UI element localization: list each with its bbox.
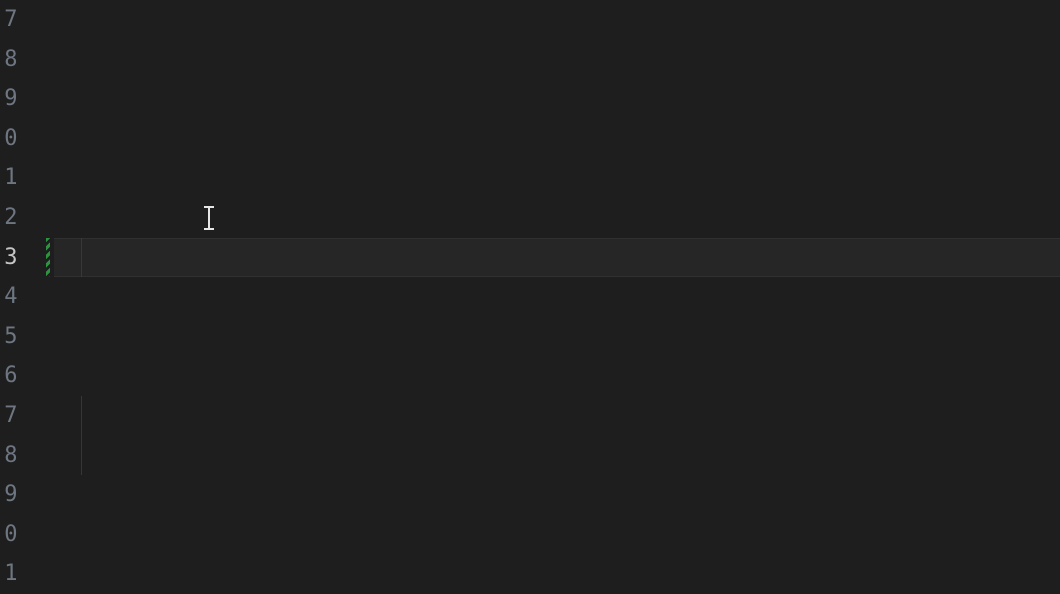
- text-cursor-icon: [203, 206, 215, 230]
- indent-guide: [81, 396, 82, 475]
- gutter-decorations: [20, 0, 54, 594]
- line-number: 8: [0, 40, 20, 80]
- indent-guide: [81, 238, 82, 278]
- code-editor[interactable]: 7 8 9 0 1 2 3 4 5 6 7 8 9 0 1 Lemma addn…: [0, 0, 1060, 594]
- line-number: 4: [0, 277, 20, 317]
- line-number: 0: [0, 515, 20, 555]
- line-number: 5: [0, 317, 20, 357]
- active-line-highlight: [54, 238, 1060, 278]
- line-number: 0: [0, 119, 20, 159]
- line-number: 2: [0, 198, 20, 238]
- line-number: 9: [0, 475, 20, 515]
- line-number: 8: [0, 436, 20, 476]
- gutter: 7 8 9 0 1 2 3 4 5 6 7 8 9 0 1: [0, 0, 20, 594]
- code-line[interactable]: [54, 475, 1060, 515]
- line-number-active: 3: [0, 238, 20, 278]
- line-number: 7: [0, 396, 20, 436]
- line-number: 1: [0, 554, 20, 594]
- line-number: 9: [0, 79, 20, 119]
- line-number: 7: [0, 0, 20, 40]
- line-number: 1: [0, 158, 20, 198]
- line-number: 6: [0, 356, 20, 396]
- modified-line-marker: [46, 238, 50, 278]
- code-area[interactable]: Lemma addnC n m : n + m = m + n. Proof. …: [54, 0, 1060, 594]
